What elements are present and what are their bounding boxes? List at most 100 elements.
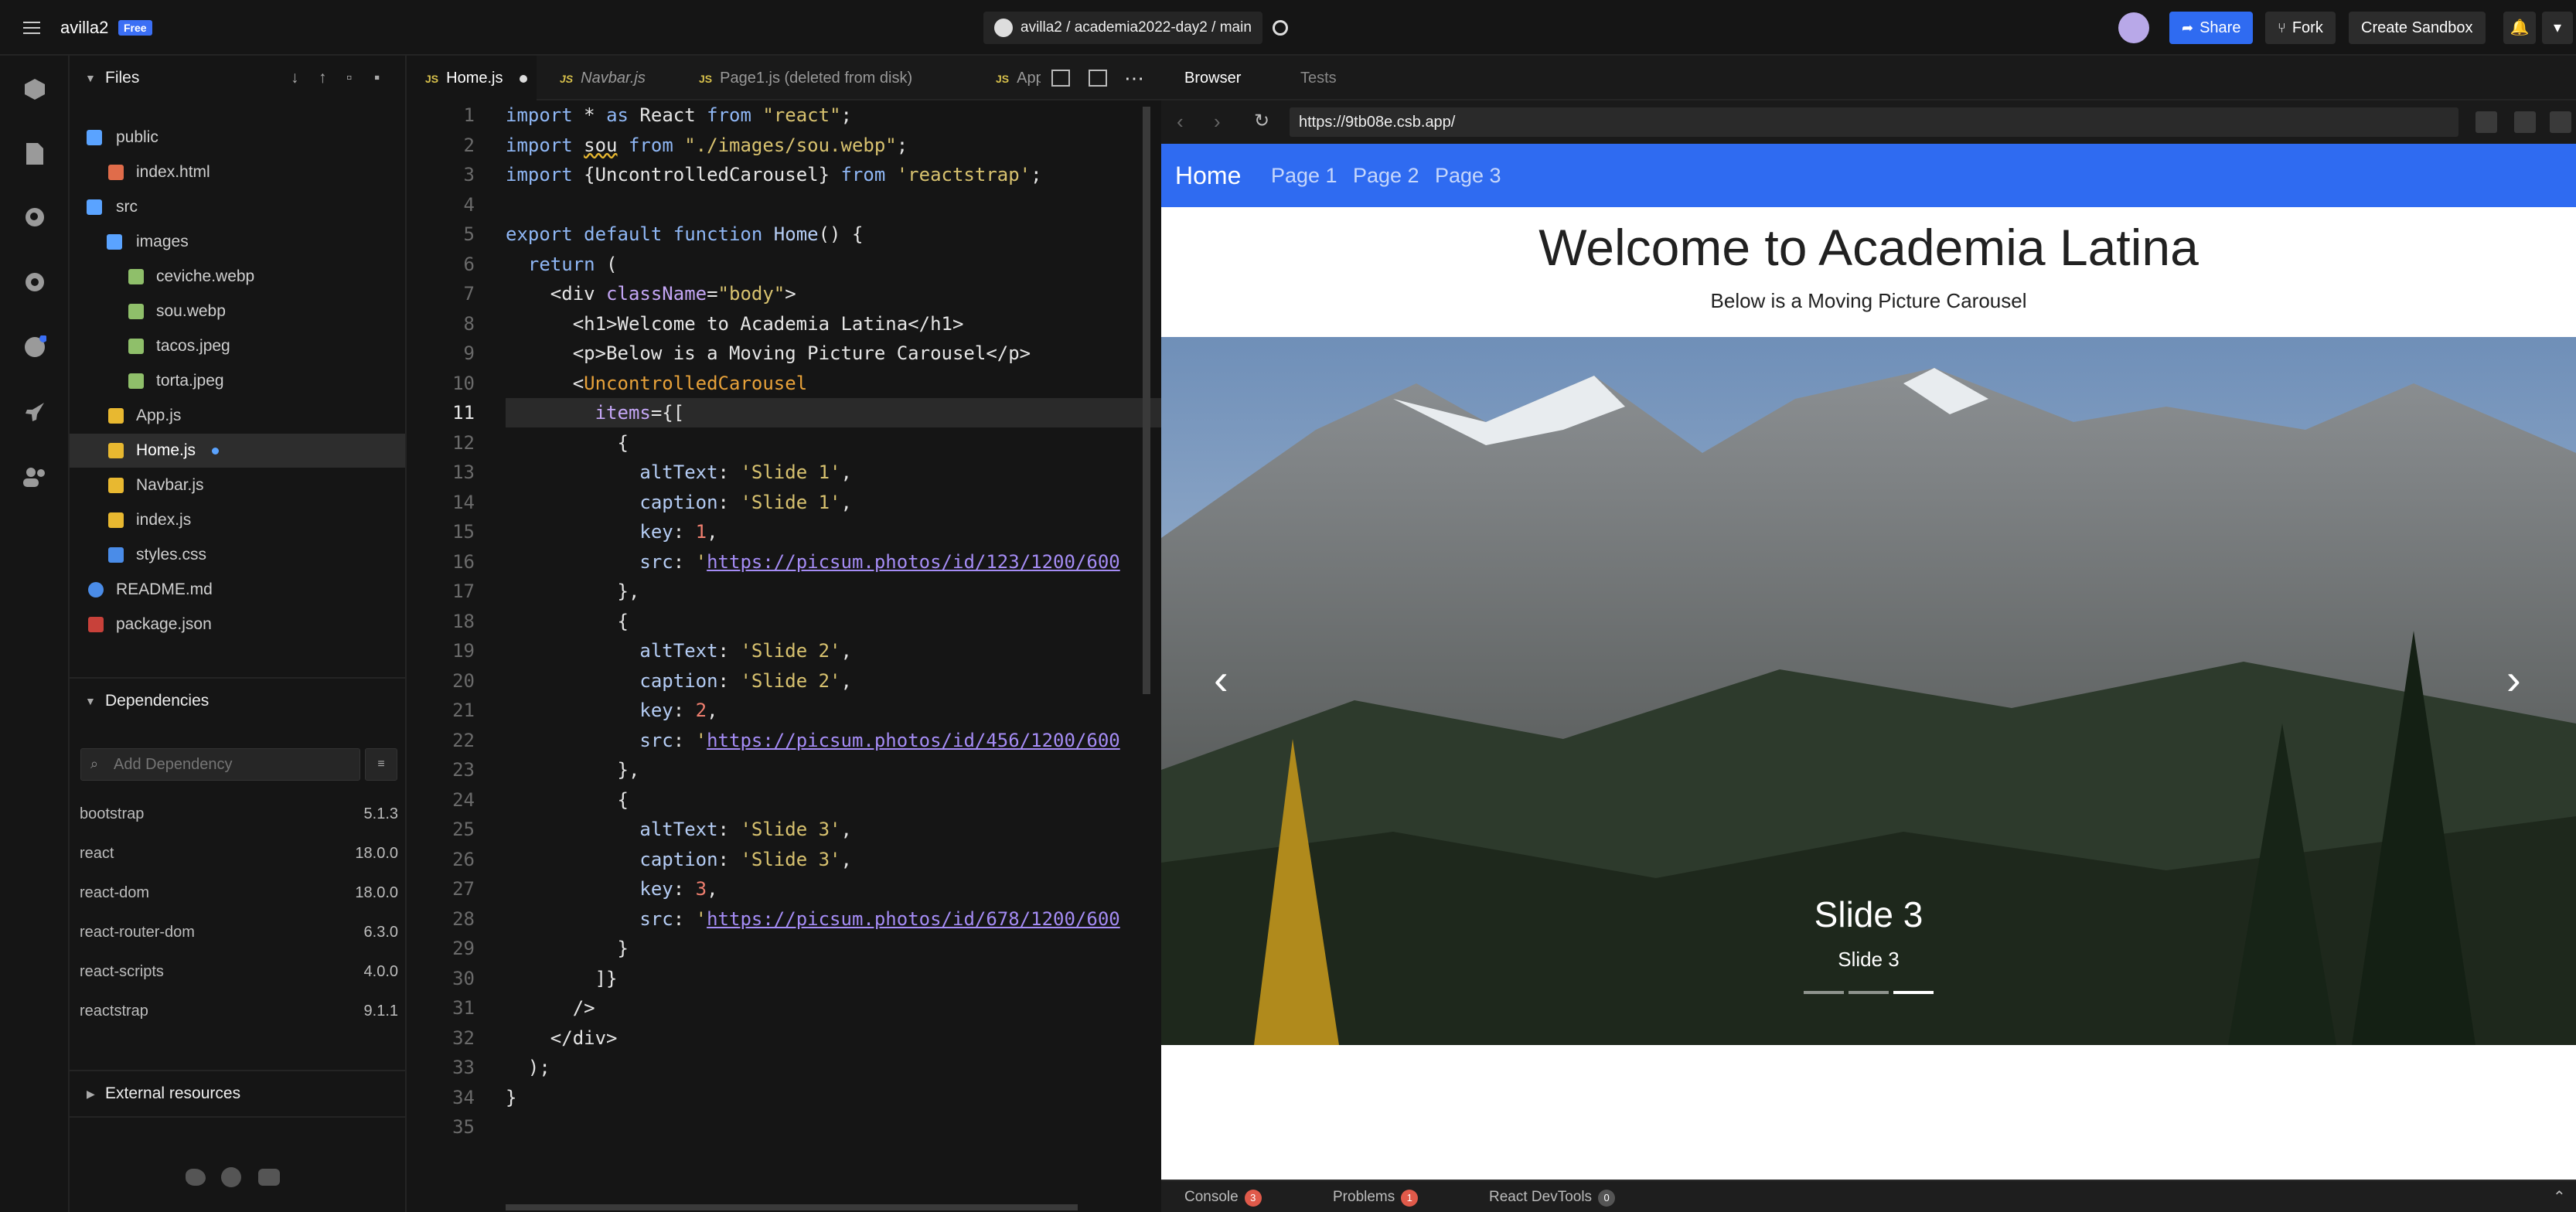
- tab-home-js[interactable]: JS Home.js: [407, 56, 537, 100]
- preview-icon[interactable]: [1089, 70, 1107, 87]
- problems-count: 1: [1401, 1190, 1419, 1207]
- globe-icon[interactable]: [1273, 20, 1288, 36]
- url-input[interactable]: https://9tb08e.csb.app/: [1290, 107, 2458, 137]
- sort-down-icon[interactable]: ↓: [291, 56, 299, 100]
- tab-browser[interactable]: Browser: [1184, 56, 1241, 100]
- js-file-icon: [108, 512, 124, 528]
- line-number: 14: [452, 491, 475, 513]
- nav-link-page-1[interactable]: Page 1: [1271, 144, 1337, 207]
- tree-item-torta[interactable]: torta.jpeg: [70, 364, 405, 398]
- chevron-up-icon[interactable]: ⌃: [2553, 1187, 2566, 1207]
- editor-scrollbar[interactable]: [1143, 107, 1150, 694]
- tree-item-ceviche[interactable]: ceviche.webp: [70, 260, 405, 294]
- dependency-list-icon[interactable]: ≡: [365, 748, 397, 781]
- bell-icon[interactable]: 🔔: [2503, 12, 2536, 44]
- carousel-prev-icon[interactable]: ‹: [1214, 654, 1228, 704]
- menu-icon[interactable]: [23, 20, 40, 36]
- problems-tab[interactable]: Problems 1: [1333, 1181, 1419, 1212]
- nav-brand[interactable]: Home: [1175, 144, 1241, 207]
- add-dependency-field[interactable]: ⌕: [80, 748, 360, 781]
- dependency-row[interactable]: react-router-dom 6.3.0: [80, 913, 398, 952]
- dependencies-header[interactable]: ▼ Dependencies: [70, 679, 407, 723]
- react-devtools-tab[interactable]: React DevTools 0: [1489, 1181, 1616, 1212]
- tree-item-tacos[interactable]: tacos.jpeg: [70, 329, 405, 363]
- username[interactable]: avilla2: [60, 0, 108, 56]
- carousel-indicator[interactable]: [1849, 991, 1889, 994]
- tree-item-src[interactable]: src: [70, 190, 405, 224]
- dependency-row[interactable]: react-dom 18.0.0: [80, 873, 398, 912]
- repo-path: avilla2 / academia2022-day2 / main: [1021, 19, 1252, 36]
- tree-item-images[interactable]: images: [70, 225, 405, 259]
- user-menu-icon[interactable]: ▾: [2542, 12, 2573, 44]
- forward-icon[interactable]: ›: [1214, 110, 1221, 134]
- new-folder-icon[interactable]: ▪: [374, 56, 380, 100]
- tree-item-sou[interactable]: sou.webp: [70, 294, 405, 329]
- new-window-icon[interactable]: [2514, 111, 2536, 133]
- tree-item-navbar-js[interactable]: Navbar.js: [70, 468, 405, 502]
- carousel-indicator[interactable]: [1893, 991, 1934, 994]
- tree-item-readme[interactable]: README.md: [70, 573, 405, 607]
- files-icon[interactable]: [17, 136, 53, 172]
- line-number: 1: [463, 104, 475, 126]
- nav-link-page-3[interactable]: Page 3: [1435, 144, 1501, 207]
- create-sandbox-button[interactable]: Create Sandbox: [2349, 12, 2486, 44]
- tree-item-styles-css[interactable]: styles.css: [70, 538, 405, 572]
- external-resources-header[interactable]: ▶ External resources: [70, 1071, 407, 1116]
- share-button[interactable]: ➦ Share: [2169, 12, 2254, 44]
- horizontal-scrollbar[interactable]: [506, 1204, 1078, 1210]
- share-label: Share: [2199, 19, 2241, 36]
- tab-tests[interactable]: Tests: [1300, 56, 1337, 100]
- code-editor[interactable]: 1 2 3 4 5 6 7 8 9 10 11 12 13 14 15 16 17 18 19 20 21 22 23 24 2…: [407, 100, 1161, 1212]
- fullscreen-icon[interactable]: [2550, 111, 2571, 133]
- dependency-row[interactable]: react-scripts 4.0.0: [80, 952, 398, 991]
- line-number: 21: [452, 700, 475, 721]
- site-navbar: Home Page 1 Page 2 Page 3: [1161, 144, 2576, 207]
- collapse-icon[interactable]: ▼: [85, 679, 96, 723]
- dependency-row[interactable]: react 18.0.0: [80, 834, 398, 873]
- tab-app-js[interactable]: JSApp.j: [979, 56, 1041, 100]
- split-editor-icon[interactable]: [1051, 70, 1070, 87]
- carousel[interactable]: ‹ › Slide 3 Slide 3: [1161, 337, 2576, 1045]
- nav-link-page-2[interactable]: Page 2: [1353, 144, 1419, 207]
- console-tab[interactable]: Console 3: [1184, 1181, 1262, 1212]
- carousel-next-icon[interactable]: ›: [2506, 654, 2521, 704]
- cube-icon[interactable]: [17, 71, 53, 107]
- gear-icon[interactable]: [17, 264, 53, 300]
- dependency-row[interactable]: reactstrap 9.1.1: [80, 992, 398, 1030]
- repo-chip[interactable]: avilla2 / academia2022-day2 / main: [983, 12, 1262, 44]
- devtools-icon[interactable]: [2475, 111, 2497, 133]
- tab-navbar-js[interactable]: JS Navbar.js: [543, 56, 646, 100]
- tree-item-public[interactable]: public: [70, 121, 405, 155]
- fork-label: Fork: [2291, 19, 2323, 36]
- tree-item-app-js[interactable]: App.js: [70, 399, 405, 433]
- rocket-icon[interactable]: [17, 394, 53, 430]
- line-number: 19: [452, 640, 475, 662]
- fork-button[interactable]: ⑂ Fork: [2265, 12, 2336, 44]
- js-icon: JS: [560, 73, 574, 85]
- tree-item-index-html[interactable]: index.html: [70, 155, 405, 189]
- files-header[interactable]: ▼ Files ↓ ↑ ▫ ▪: [70, 56, 407, 100]
- avatar[interactable]: [2118, 12, 2149, 43]
- expand-icon[interactable]: ▶: [87, 1071, 95, 1116]
- tab-page1-js[interactable]: JS Page1.js (deleted from disk): [682, 56, 912, 100]
- refresh-icon[interactable]: ↻: [1254, 110, 1269, 132]
- tree-item-home-js[interactable]: Home.js: [70, 434, 405, 468]
- discord-icon[interactable]: [258, 1169, 280, 1186]
- tree-item-index-js[interactable]: index.js: [70, 503, 405, 537]
- back-icon[interactable]: ‹: [1177, 110, 1184, 134]
- search-icon[interactable]: [17, 199, 53, 235]
- new-file-icon[interactable]: ▫: [346, 56, 352, 100]
- line-number: 17: [452, 580, 475, 602]
- github-icon[interactable]: [17, 329, 53, 365]
- dependency-row[interactable]: bootstrap 5.1.3: [80, 795, 398, 833]
- twitter-icon[interactable]: [186, 1169, 206, 1186]
- tree-item-package-json[interactable]: package.json: [70, 608, 405, 642]
- add-dependency-input[interactable]: [114, 749, 353, 780]
- mountain-landscape-image: [1161, 337, 2576, 1045]
- more-icon[interactable]: ⋯: [1124, 66, 1144, 90]
- users-icon[interactable]: [17, 459, 53, 495]
- collapse-icon[interactable]: ▼: [85, 56, 96, 100]
- carousel-indicator[interactable]: [1804, 991, 1844, 994]
- github-icon[interactable]: [221, 1167, 241, 1187]
- sort-up-icon[interactable]: ↑: [319, 56, 327, 100]
